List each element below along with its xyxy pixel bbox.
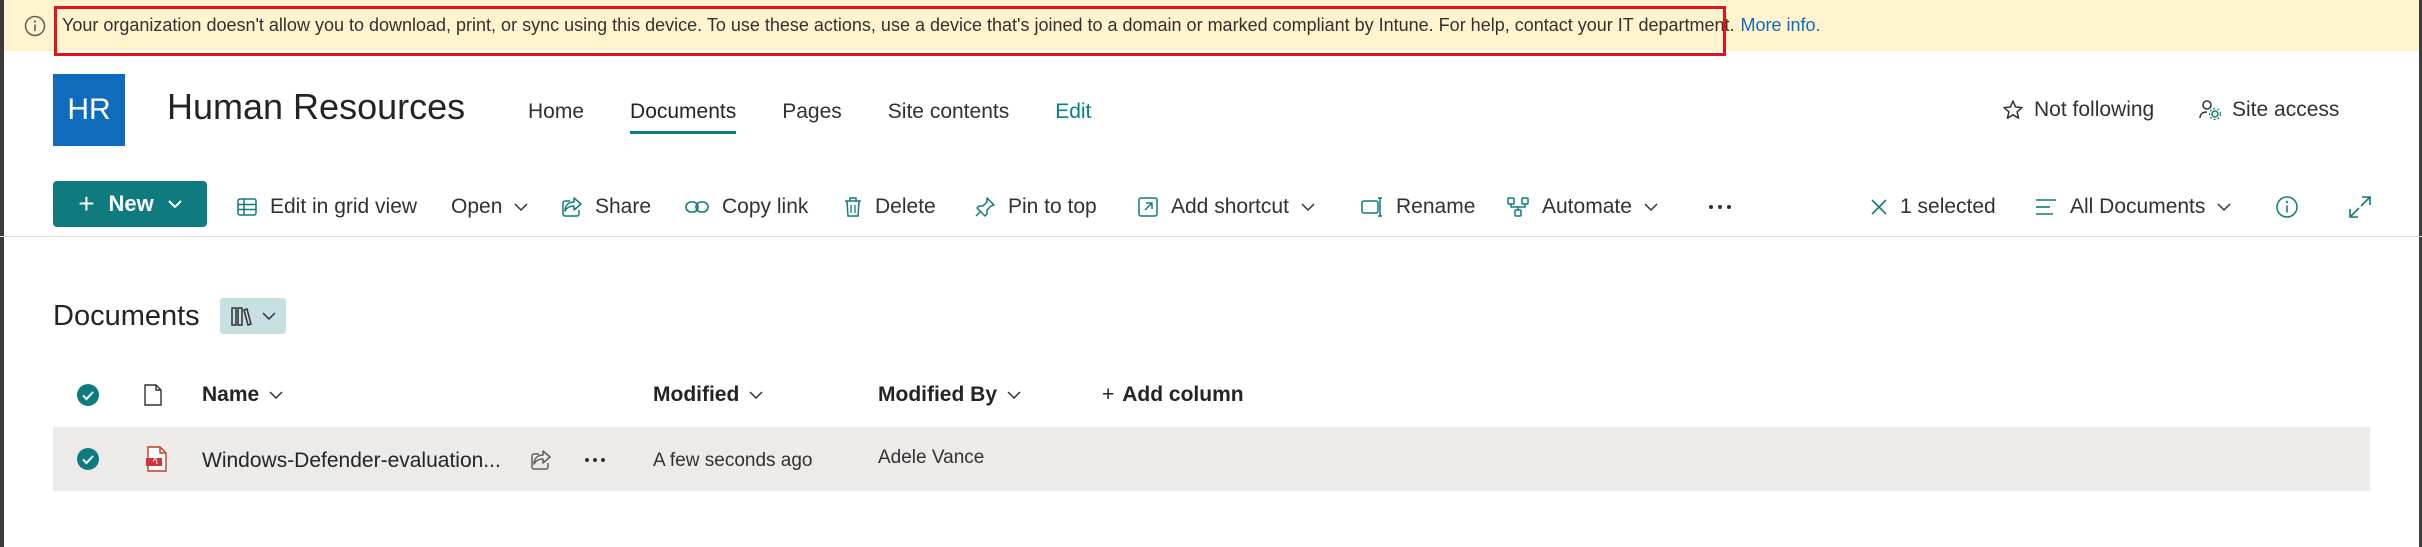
- close-icon: [1871, 199, 1887, 215]
- nav-pages[interactable]: Pages: [782, 100, 842, 124]
- site-title[interactable]: Human Resources: [167, 86, 465, 128]
- library-title: Documents: [53, 300, 200, 332]
- star-icon: [2003, 100, 2023, 119]
- rename-button[interactable]: Rename: [1360, 187, 1475, 227]
- library-view-button[interactable]: [220, 298, 286, 334]
- pin-icon: [975, 197, 995, 217]
- list-view-icon: [2036, 199, 2056, 215]
- column-modified-by-label: Modified By: [878, 383, 997, 406]
- column-modified[interactable]: Modified: [653, 383, 763, 407]
- share-icon[interactable]: [530, 449, 552, 471]
- chevron-down-icon: [2217, 202, 2231, 211]
- selected-count: 1 selected: [1900, 195, 1996, 218]
- chevron-down-icon: [1301, 202, 1315, 211]
- copy-link-label: Copy link: [722, 195, 809, 218]
- row-file-name[interactable]: Windows-Defender-evaluation...: [202, 449, 501, 473]
- chevron-down-icon: [1644, 202, 1658, 211]
- row-modified-by[interactable]: Adele Vance: [878, 447, 984, 469]
- pin-to-top-button[interactable]: Pin to top: [974, 187, 1097, 227]
- edit-grid-button[interactable]: Edit in grid view: [236, 187, 417, 227]
- site-access-button[interactable]: Site access: [2198, 98, 2339, 122]
- column-name[interactable]: Name: [202, 383, 283, 407]
- checkmark-icon: [82, 391, 94, 401]
- delete-label: Delete: [875, 195, 936, 218]
- shortcut-icon: [1138, 197, 1158, 217]
- more-options-button[interactable]: [1708, 187, 1744, 227]
- open-button[interactable]: Open: [451, 187, 528, 227]
- people-settings-icon: [2199, 100, 2222, 121]
- chevron-down-icon: [269, 390, 283, 399]
- checkmark-icon: [82, 455, 94, 465]
- column-name-label: Name: [202, 383, 260, 406]
- chevron-down-icon: [749, 390, 763, 399]
- add-shortcut-button[interactable]: Add shortcut: [1137, 187, 1315, 227]
- open-label: Open: [451, 195, 503, 218]
- site-nav: Home Documents Pages Site contents Edit: [528, 100, 1137, 134]
- automate-icon: [1507, 197, 1529, 217]
- commandbar-divider: [0, 236, 2422, 237]
- details-pane-button[interactable]: [2275, 187, 2311, 227]
- share-button[interactable]: Share: [561, 187, 651, 227]
- nav-edit[interactable]: Edit: [1055, 100, 1091, 124]
- plus-icon: +: [1102, 383, 1115, 406]
- follow-label: Not following: [2034, 98, 2155, 121]
- chevron-down-icon: [168, 199, 182, 208]
- nav-documents[interactable]: Documents: [630, 100, 737, 134]
- new-button[interactable]: + New: [53, 181, 207, 227]
- file-type-icon: [144, 384, 162, 406]
- nav-home[interactable]: Home: [528, 100, 584, 124]
- copy-link-button[interactable]: Copy link: [684, 187, 808, 227]
- edit-grid-label: Edit in grid view: [270, 195, 418, 218]
- library-icon: [231, 307, 252, 326]
- highlight-annotation-box: [54, 6, 1726, 56]
- more-info-link[interactable]: More info.: [1741, 15, 1821, 35]
- info-icon: [2276, 196, 2298, 218]
- view-label: All Documents: [2070, 195, 2206, 218]
- add-column-button[interactable]: + Add column: [1102, 383, 1244, 407]
- link-icon: [685, 201, 709, 213]
- chevron-down-icon: [1007, 390, 1021, 399]
- expand-button[interactable]: [2348, 187, 2384, 227]
- chevron-down-icon: [514, 202, 528, 211]
- row-modified: A few seconds ago: [653, 450, 813, 471]
- follow-button[interactable]: Not following: [2002, 98, 2154, 122]
- row-checkbox[interactable]: [77, 448, 99, 470]
- new-label: New: [108, 191, 154, 216]
- automate-button[interactable]: Automate: [1506, 187, 1658, 227]
- rename-icon: [1361, 197, 1382, 217]
- add-shortcut-label: Add shortcut: [1171, 195, 1289, 218]
- site-logo[interactable]: HR: [53, 74, 125, 146]
- expand-icon: [2349, 196, 2371, 218]
- chevron-down-icon: [262, 311, 276, 320]
- pdf-file-icon: [146, 446, 167, 472]
- window-frame-left: [0, 0, 4, 547]
- more-icon[interactable]: [584, 456, 606, 464]
- info-icon: [24, 15, 46, 37]
- add-column-label: Add column: [1122, 383, 1244, 406]
- share-label: Share: [595, 195, 652, 218]
- pin-label: Pin to top: [1008, 195, 1097, 218]
- select-all-checkbox[interactable]: [77, 384, 99, 406]
- clear-selection-button[interactable]: 1 selected: [1870, 187, 1996, 227]
- nav-site-contents[interactable]: Site contents: [888, 100, 1009, 124]
- share-icon: [562, 197, 582, 217]
- grid-icon: [237, 198, 257, 216]
- column-modified-label: Modified: [653, 383, 740, 406]
- site-access-label: Site access: [2232, 98, 2340, 121]
- automate-label: Automate: [1542, 195, 1632, 218]
- more-icon: [1709, 205, 1731, 209]
- rename-label: Rename: [1396, 195, 1476, 218]
- site-logo-text: HR: [67, 93, 111, 126]
- plus-icon: +: [78, 188, 95, 219]
- view-switcher-button[interactable]: All Documents: [2034, 187, 2231, 227]
- column-modified-by[interactable]: Modified By: [878, 383, 1021, 407]
- delete-button[interactable]: Delete: [843, 187, 936, 227]
- trash-icon: [845, 197, 861, 217]
